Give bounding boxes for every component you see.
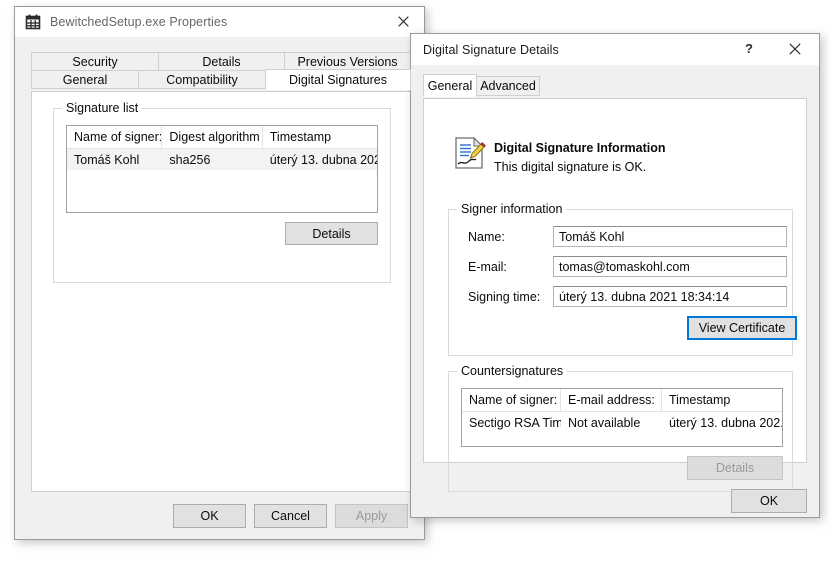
details-tabstrip: General Advanced: [411, 65, 819, 97]
tab-label: Details: [202, 54, 241, 69]
column-header-name-of-signer[interactable]: Name of signer:: [462, 389, 561, 411]
cell-name-of-signer: Tomáš Kohl: [67, 149, 162, 170]
email-field[interactable]: tomas@tomaskohl.com: [553, 256, 787, 277]
tab-digital-signatures[interactable]: Digital Signatures: [265, 69, 411, 90]
column-header-email-address[interactable]: E-mail address:: [561, 389, 662, 411]
cell-digest-algorithm: sha256: [162, 149, 262, 170]
signature-list-group: Signature list Name of signer: Digest al…: [53, 101, 391, 283]
tab-label: General: [427, 78, 473, 93]
signer-information-group-title: Signer information: [457, 202, 567, 216]
countersignatures-group-title: Countersignatures: [457, 364, 568, 378]
tab-compatibility[interactable]: Compatibility: [138, 70, 266, 89]
cell-timestamp: úterý 13. dubna 202...: [662, 412, 782, 433]
signature-list-group-title: Signature list: [62, 101, 143, 115]
column-header-timestamp[interactable]: Timestamp: [263, 126, 377, 148]
name-field[interactable]: Tomáš Kohl: [553, 226, 787, 247]
cell-text: Sectigo RSA Tim...: [469, 415, 561, 430]
properties-apply-button[interactable]: Apply: [335, 504, 408, 528]
calendar-grid-icon: [25, 14, 41, 30]
tab-general[interactable]: General: [31, 70, 139, 89]
column-label: Timestamp: [269, 130, 332, 144]
button-label: View Certificate: [698, 321, 786, 335]
properties-titlebar: BewitchedSetup.exe Properties: [15, 7, 424, 37]
cell-text: sha256: [169, 152, 211, 167]
column-label: Digest algorithm: [169, 130, 260, 144]
file-properties-window: BewitchedSetup.exe Properties Security D…: [14, 6, 425, 540]
countersignatures-list[interactable]: Name of signer: E-mail address: Timestam…: [461, 388, 783, 447]
properties-cancel-button[interactable]: Cancel: [254, 504, 327, 528]
table-row[interactable]: Tomáš Kohl sha256 úterý 13. dubna 2021 .…: [67, 149, 377, 170]
column-label: E-mail address:: [568, 393, 655, 407]
details-titlebar: Digital Signature Details ?: [411, 34, 819, 65]
signature-details-button[interactable]: Details: [285, 222, 378, 245]
properties-close-button[interactable]: [382, 7, 424, 36]
column-header-timestamp[interactable]: Timestamp: [662, 389, 782, 411]
general-tabpage: Digital Signature Information This digit…: [423, 98, 807, 492]
properties-tabstrip: Security Details Previous Versions Gener…: [15, 37, 424, 90]
cell-name-of-signer: Sectigo RSA Tim...: [462, 412, 561, 433]
cell-email-address: Not available: [561, 412, 662, 433]
tab-security[interactable]: Security: [31, 52, 159, 71]
properties-ok-button[interactable]: OK: [173, 504, 246, 528]
button-label: Details: [715, 461, 755, 475]
countersignatures-header: Name of signer: E-mail address: Timestam…: [462, 389, 782, 412]
name-label: Name:: [468, 230, 505, 244]
button-label: OK: [759, 494, 779, 508]
cell-timestamp: úterý 13. dubna 2021 ...: [263, 149, 377, 170]
digital-signature-details-window: Digital Signature Details ? General Adva…: [410, 33, 820, 518]
banner-subtitle: This digital signature is OK.: [494, 160, 647, 174]
banner-title: Digital Signature Information: [494, 141, 666, 155]
cell-text: Tomáš Kohl: [74, 152, 140, 167]
details-ok-button[interactable]: OK: [731, 489, 807, 513]
field-value: úterý 13. dubna 2021 18:34:14: [559, 289, 730, 304]
field-value: tomas@tomaskohl.com: [559, 259, 690, 274]
button-label: Apply: [355, 509, 388, 523]
table-row[interactable]: Sectigo RSA Tim... Not available úterý 1…: [462, 412, 782, 433]
signed-document-icon: [452, 136, 486, 170]
column-header-name-of-signer[interactable]: Name of signer:: [67, 126, 163, 148]
cell-text: úterý 13. dubna 2021 ...: [269, 152, 377, 167]
tab-advanced[interactable]: Advanced: [476, 76, 540, 96]
help-button[interactable]: ?: [728, 34, 770, 63]
button-label: OK: [200, 509, 219, 523]
button-label: Details: [312, 226, 351, 241]
email-label: E-mail:: [468, 260, 507, 274]
cell-text: Not available: [568, 415, 641, 430]
details-window-title: Digital Signature Details: [423, 42, 559, 57]
column-label: Name of signer:: [469, 393, 558, 407]
tab-label: Previous Versions: [297, 54, 398, 69]
tab-label: Compatibility: [166, 72, 238, 87]
tab-general[interactable]: General: [423, 74, 477, 97]
field-value: Tomáš Kohl: [559, 229, 625, 244]
countersignatures-group: Countersignatures Name of signer: E-mail…: [448, 364, 793, 492]
details-close-button[interactable]: [774, 34, 816, 63]
countersignature-details-button[interactable]: Details: [687, 456, 783, 480]
digital-signatures-tabpage: Signature list Name of signer: Digest al…: [31, 91, 411, 492]
screen: BewitchedSetup.exe Properties Security D…: [0, 0, 830, 569]
properties-window-title: BewitchedSetup.exe Properties: [50, 15, 228, 29]
signing-time-field[interactable]: úterý 13. dubna 2021 18:34:14: [553, 286, 787, 307]
column-label: Timestamp: [669, 393, 731, 407]
column-header-digest-algorithm[interactable]: Digest algorithm: [162, 126, 263, 148]
signer-information-group: Signer information Name: Tomáš Kohl E-ma…: [448, 202, 797, 356]
tab-label: Security: [72, 54, 118, 69]
tab-label: General: [62, 72, 108, 87]
column-label: Name of signer:: [74, 130, 163, 144]
signing-time-label: Signing time:: [468, 290, 541, 304]
view-certificate-button[interactable]: View Certificate: [687, 316, 797, 340]
help-icon: ?: [745, 41, 753, 56]
tab-label: Digital Signatures: [289, 72, 387, 87]
signature-list[interactable]: Name of signer: Digest algorithm Timesta…: [66, 125, 378, 213]
signature-list-header: Name of signer: Digest algorithm Timesta…: [67, 126, 377, 149]
cell-text: úterý 13. dubna 202...: [669, 415, 782, 430]
button-label: Cancel: [271, 509, 310, 523]
tab-label: Advanced: [480, 79, 536, 93]
